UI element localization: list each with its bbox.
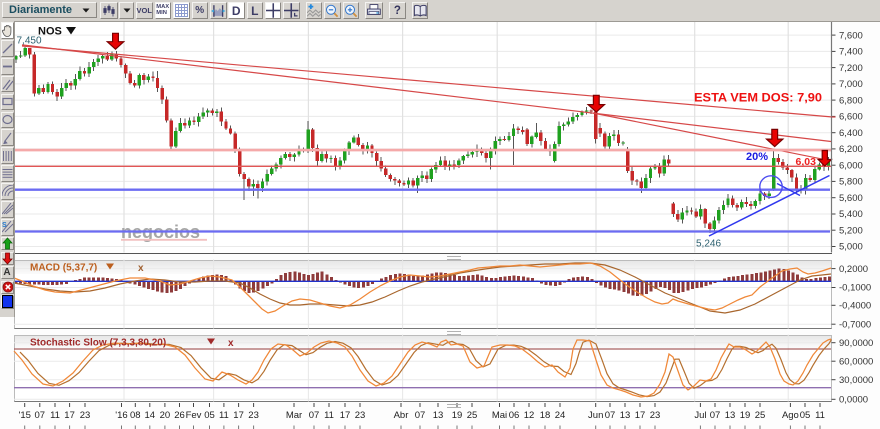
svg-text:17: 17 <box>635 410 646 421</box>
svg-text:-0,4000: -0,4000 <box>839 301 871 312</box>
svg-text:Jun: Jun <box>588 410 603 421</box>
svg-text:07: 07 <box>415 410 426 421</box>
svg-text:6,600: 6,600 <box>839 112 863 123</box>
svg-text:Mai: Mai <box>492 410 507 421</box>
svg-text:07: 07 <box>309 410 320 421</box>
svg-text:5,600: 5,600 <box>839 193 863 204</box>
svg-text:26: 26 <box>174 410 185 421</box>
svg-text:5,800: 5,800 <box>839 177 863 188</box>
svg-text:20: 20 <box>160 410 171 421</box>
svg-text:18: 18 <box>540 410 551 421</box>
svg-text:11: 11 <box>324 410 334 421</box>
svg-text:6,400: 6,400 <box>839 128 863 139</box>
svg-text:Abr: Abr <box>394 410 409 421</box>
svg-text:7,600: 7,600 <box>839 30 863 41</box>
svg-text:ESTA VEM DOS: 7,90: ESTA VEM DOS: 7,90 <box>694 93 822 105</box>
svg-text:Jul: Jul <box>694 410 706 421</box>
svg-text:MACD (5,37,7): MACD (5,37,7) <box>30 263 97 274</box>
svg-text:6,03: 6,03 <box>796 156 817 168</box>
svg-text:12: 12 <box>524 410 535 421</box>
svg-text:25: 25 <box>755 410 766 421</box>
svg-text:-0,7000: -0,7000 <box>839 319 871 330</box>
svg-text:07: 07 <box>710 410 721 421</box>
svg-text:25: 25 <box>467 410 478 421</box>
svg-text:13: 13 <box>725 410 736 421</box>
svg-text:23: 23 <box>650 410 661 421</box>
svg-text:5,246: 5,246 <box>696 239 721 250</box>
svg-text:7,400: 7,400 <box>839 47 863 58</box>
svg-text:14: 14 <box>145 410 156 421</box>
svg-text:05: 05 <box>204 410 215 421</box>
svg-text:60,0000: 60,0000 <box>839 356 873 367</box>
svg-text:6,800: 6,800 <box>839 95 863 106</box>
svg-text:6,000: 6,000 <box>839 160 863 171</box>
svg-text:19: 19 <box>740 410 751 421</box>
svg-text:07: 07 <box>605 410 616 421</box>
svg-text:11: 11 <box>815 410 825 421</box>
svg-text:7,200: 7,200 <box>839 63 863 74</box>
svg-text:7,000: 7,000 <box>839 79 863 90</box>
svg-text:Ago: Ago <box>782 410 799 421</box>
svg-text:x: x <box>138 263 144 274</box>
svg-text:17: 17 <box>64 410 75 421</box>
svg-text:23: 23 <box>355 410 366 421</box>
svg-text:05: 05 <box>800 410 811 421</box>
svg-text:19: 19 <box>452 410 463 421</box>
svg-text:5,200: 5,200 <box>839 225 863 236</box>
svg-text:x: x <box>228 338 234 349</box>
svg-text:13: 13 <box>433 410 444 421</box>
svg-text:24: 24 <box>555 410 566 421</box>
svg-text:17: 17 <box>233 410 244 421</box>
svg-text:23: 23 <box>248 410 259 421</box>
svg-text:06: 06 <box>509 410 520 421</box>
svg-text:08: 08 <box>130 410 141 421</box>
svg-text:5,000: 5,000 <box>839 242 863 253</box>
svg-text:Fev: Fev <box>186 410 202 421</box>
svg-text:S: S <box>2 222 7 229</box>
svg-text:-0,1000: -0,1000 <box>839 283 871 294</box>
svg-text:NOS: NOS <box>38 26 62 38</box>
svg-text:6,200: 6,200 <box>839 144 863 155</box>
svg-text:'15: '15 <box>19 410 31 421</box>
svg-text:30,0000: 30,0000 <box>839 375 873 386</box>
svg-text:'16: '16 <box>115 410 127 421</box>
svg-text:Stochastic Slow (7,3,3,80,20): Stochastic Slow (7,3,3,80,20) <box>30 338 166 349</box>
svg-text:Mar: Mar <box>286 410 302 421</box>
svg-text:11: 11 <box>219 410 229 421</box>
svg-text:11: 11 <box>50 410 60 421</box>
svg-text:17: 17 <box>340 410 351 421</box>
svg-text:23: 23 <box>80 410 91 421</box>
svg-text:0,2000: 0,2000 <box>839 264 868 275</box>
svg-text:13: 13 <box>620 410 631 421</box>
svg-text:07: 07 <box>35 410 46 421</box>
svg-text:90,0000: 90,0000 <box>839 338 873 349</box>
svg-text:0,0000: 0,0000 <box>839 395 868 406</box>
svg-text:20%: 20% <box>746 151 768 163</box>
svg-text:5,400: 5,400 <box>839 209 863 220</box>
